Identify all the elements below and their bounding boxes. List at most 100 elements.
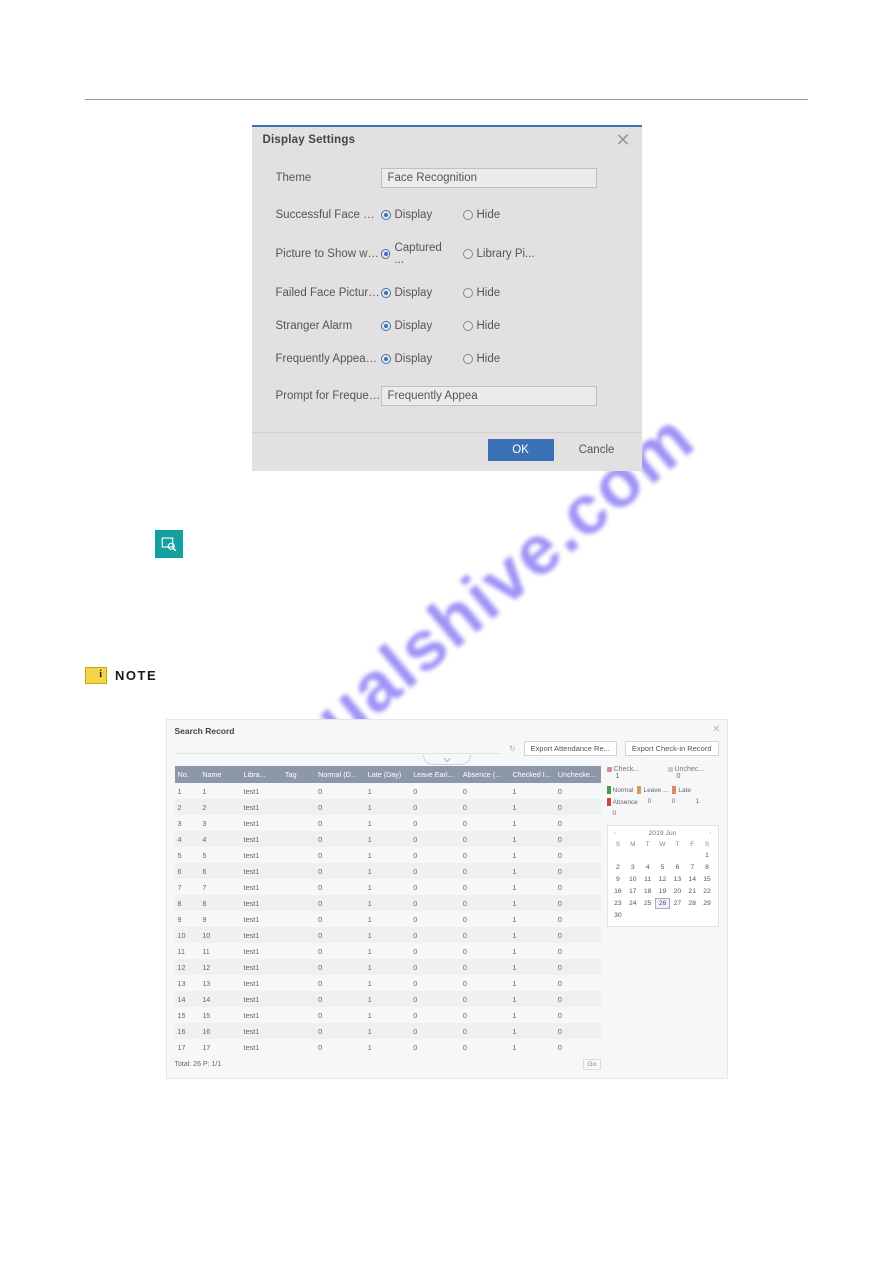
table-row[interactable]: 1313test1010010 <box>175 975 601 991</box>
legend-normal-v: 0 <box>642 798 662 806</box>
display-settings-dialog: Display Settings ✕ Theme Successful Face… <box>252 125 642 471</box>
theme-input[interactable] <box>381 168 597 188</box>
table-row[interactable]: 1212test1010010 <box>175 959 601 975</box>
table-row[interactable]: 77test1010010 <box>175 879 601 895</box>
calendar-day[interactable]: 1 <box>701 851 714 860</box>
table-row[interactable]: 66test1010010 <box>175 863 601 879</box>
step4-text: (Optional) Click at the lower-right corn… <box>191 534 698 549</box>
calendar-day[interactable]: 26 <box>656 899 669 908</box>
calendar-day[interactable]: 3 <box>626 863 639 872</box>
table-row[interactable]: 88test1010010 <box>175 895 601 911</box>
cancel-button[interactable]: Cancle <box>564 439 630 461</box>
calendar-day[interactable]: 21 <box>686 887 699 896</box>
table-row[interactable]: 1515test1010010 <box>175 1007 601 1023</box>
table-header: Absence (... <box>460 766 510 783</box>
calendar-dow: T <box>671 841 684 848</box>
prompt-freq-label: Prompt for Frequent... <box>276 390 381 402</box>
page-header-rule <box>85 60 808 100</box>
panel-close-icon[interactable]: ✕ <box>712 724 720 735</box>
stranger-hide-radio[interactable]: Hide <box>463 320 537 332</box>
failed-display-radio[interactable]: Display <box>381 287 455 299</box>
calendar-day[interactable]: 4 <box>641 863 654 872</box>
export-checkin-button[interactable]: Export Check-in Record <box>625 741 719 756</box>
failed-face-label: Failed Face Picture ... <box>276 287 381 299</box>
refresh-icon[interactable]: ↻ <box>509 744 515 753</box>
calendar-day[interactable]: 13 <box>671 875 684 884</box>
step4-heading: Step 4 <box>85 499 808 522</box>
calendar-day[interactable]: 8 <box>701 863 714 872</box>
ok-button[interactable]: OK <box>488 439 554 461</box>
stranger-display-radio[interactable]: Display <box>381 320 455 332</box>
library-radio[interactable]: Library Pi... <box>463 248 537 260</box>
calendar-dow: S <box>612 841 625 848</box>
picture-show-label: Picture to Show wh... <box>276 248 381 260</box>
calendar-dow: S <box>701 841 714 848</box>
calendar-day[interactable]: 16 <box>612 887 625 896</box>
calendar-day[interactable]: 22 <box>701 887 714 896</box>
table-row[interactable]: 22test1010010 <box>175 799 601 815</box>
calendar-day[interactable]: 5 <box>656 863 669 872</box>
step5-text: (Optional) When you set Theme as Face Ch… <box>85 602 808 632</box>
theme-label: Theme <box>276 172 381 184</box>
calendar-day[interactable]: 28 <box>686 899 699 908</box>
attendance-table: No.NameLibra...TagNormal (D...Late (Day)… <box>175 766 601 1055</box>
stranger-alarm-label: Stranger Alarm <box>276 320 381 332</box>
calendar-day[interactable]: 24 <box>626 899 639 908</box>
calendar-day[interactable]: 11 <box>641 875 654 884</box>
calendar-day[interactable]: 27 <box>671 899 684 908</box>
calendar-day[interactable]: 17 <box>626 887 639 896</box>
search-tile-icon <box>155 530 183 558</box>
table-row[interactable]: 11test1010010 <box>175 783 601 799</box>
go-button[interactable]: Go <box>583 1059 600 1070</box>
failed-hide-radio[interactable]: Hide <box>463 287 537 299</box>
table-row[interactable]: 1010test1010010 <box>175 927 601 943</box>
freq-appear-label: Frequently Appeare... <box>276 353 381 365</box>
close-icon[interactable]: ✕ <box>615 133 630 147</box>
captured-radio[interactable]: Captured ... <box>381 242 455 266</box>
table-row[interactable]: 1414test1010010 <box>175 991 601 1007</box>
cal-prev-icon[interactable]: ‹ <box>612 830 618 837</box>
collapse-handle-icon[interactable] <box>423 755 471 765</box>
legend-leave-v: 0 <box>666 798 686 806</box>
cal-title: 2019 Jun <box>649 830 677 837</box>
calendar-day[interactable]: 15 <box>701 875 714 884</box>
export-attendance-button[interactable]: Export Attendance Re... <box>524 741 617 756</box>
table-row[interactable]: 1616test1010010 <box>175 1023 601 1039</box>
calendar-day[interactable]: 30 <box>612 911 625 920</box>
calendar-day[interactable]: 10 <box>626 875 639 884</box>
successful-hide-radio[interactable]: Hide <box>463 209 537 221</box>
prompt-freq-input[interactable] <box>381 386 597 406</box>
successful-display-radio[interactable]: Display <box>381 209 455 221</box>
cal-next-icon[interactable]: › <box>707 830 713 837</box>
table-row[interactable]: 1111test1010010 <box>175 943 601 959</box>
calendar-day[interactable]: 2 <box>612 863 625 872</box>
freq-display-radio[interactable]: Display <box>381 353 455 365</box>
calendar-day[interactable]: 29 <box>701 899 714 908</box>
calendar: ‹ 2019 Jun › SMTWTFS12345678910111213141… <box>607 825 719 927</box>
calendar-day[interactable]: 6 <box>671 863 684 872</box>
calendar-day[interactable]: 20 <box>671 887 684 896</box>
legend-absence: Absence <box>613 799 638 806</box>
legend-late: Late <box>678 787 691 794</box>
calendar-day[interactable]: 12 <box>656 875 669 884</box>
calendar-day[interactable]: 23 <box>612 899 625 908</box>
calendar-day[interactable]: 14 <box>686 875 699 884</box>
note-block: NOTE <box>85 667 808 684</box>
legend-late-v: 1 <box>690 798 710 806</box>
calendar-day[interactable]: 9 <box>612 875 625 884</box>
calendar-day[interactable]: 18 <box>641 887 654 896</box>
stat-check-value: 1 <box>607 773 658 780</box>
calendar-day[interactable]: 7 <box>686 863 699 872</box>
table-header: Unchecke... <box>555 766 601 783</box>
table-row[interactable]: 99test1010010 <box>175 911 601 927</box>
freq-hide-radio[interactable]: Hide <box>463 353 537 365</box>
calendar-dow: F <box>686 841 699 848</box>
table-row[interactable]: 33test1010010 <box>175 815 601 831</box>
calendar-day[interactable]: 25 <box>641 899 654 908</box>
calendar-day[interactable]: 19 <box>656 887 669 896</box>
table-header: Libra... <box>241 766 282 783</box>
calendar-dow: T <box>641 841 654 848</box>
table-row[interactable]: 1717test1010010 <box>175 1039 601 1055</box>
table-row[interactable]: 44test1010010 <box>175 831 601 847</box>
table-row[interactable]: 55test1010010 <box>175 847 601 863</box>
